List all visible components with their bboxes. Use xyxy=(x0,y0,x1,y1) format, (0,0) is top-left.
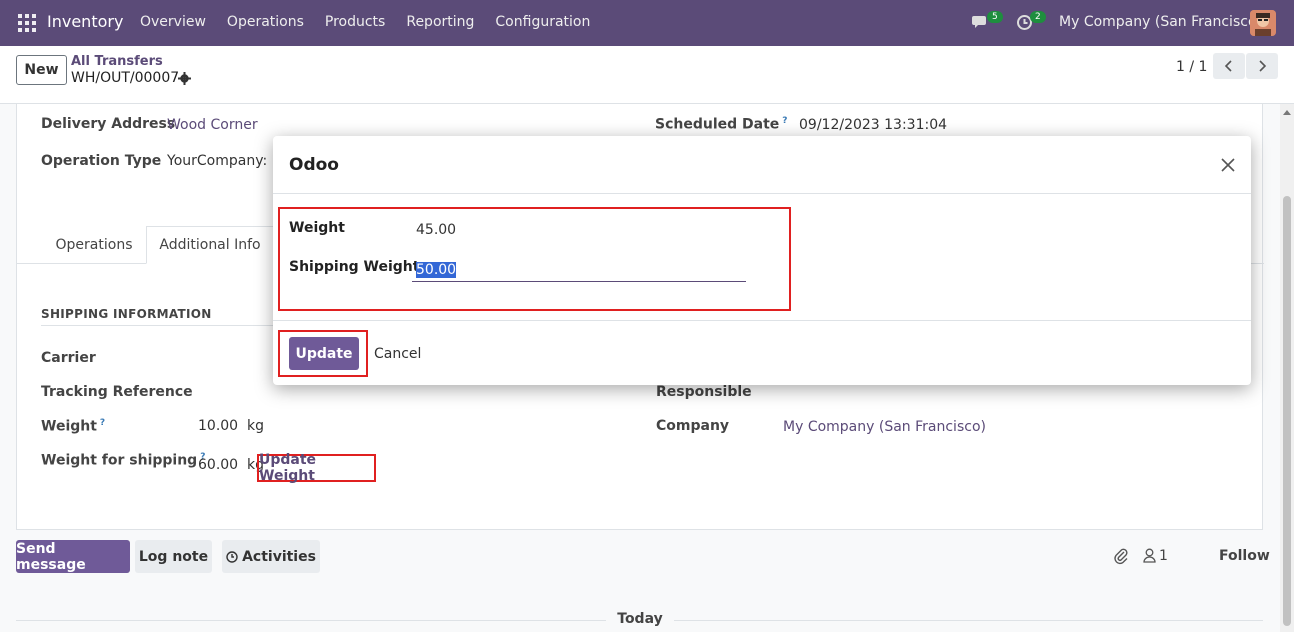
dialog-weight-label: Weight xyxy=(289,220,345,236)
update-button[interactable]: Update xyxy=(289,337,359,370)
shipping-weight-input[interactable] xyxy=(412,258,746,282)
dialog-weight-value: 45.00 xyxy=(416,222,457,238)
update-weight-dialog: Odoo Weight 45.00 Shipping Weight Update… xyxy=(273,136,1251,385)
dialog-shipping-weight-label: Shipping Weight xyxy=(289,259,420,275)
dialog-header-divider xyxy=(273,193,1251,194)
dialog-footer-divider xyxy=(273,320,1251,321)
cancel-button[interactable]: Cancel xyxy=(374,337,421,370)
close-icon[interactable] xyxy=(1219,156,1237,174)
dialog-title: Odoo xyxy=(289,155,339,175)
